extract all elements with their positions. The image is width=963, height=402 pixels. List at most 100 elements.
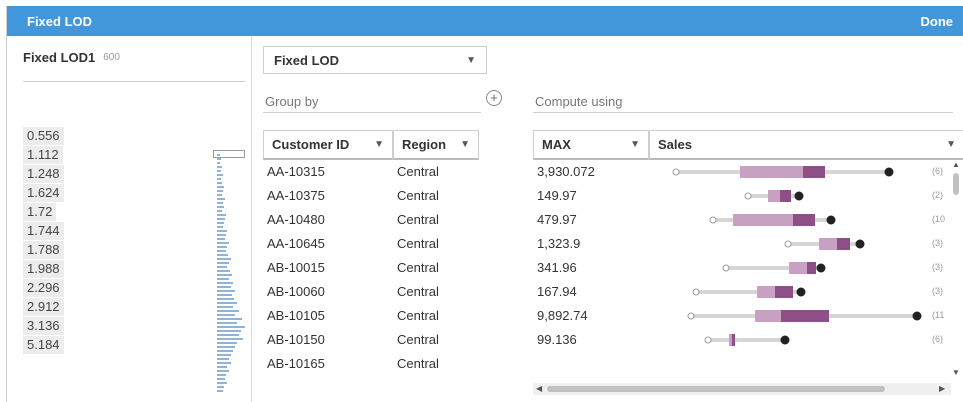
value-label: 1.624 — [23, 183, 64, 202]
customer-id-cell: AB-10105 — [267, 308, 325, 323]
field-values-panel: Fixed LOD1 600 0.556 1.112 1.248 1.624 1.72 1… — [7, 36, 252, 402]
histogram-bar — [217, 386, 224, 388]
max-marker — [912, 311, 922, 321]
column-header-label: Customer ID — [272, 137, 350, 152]
region-cell: Central — [397, 356, 439, 371]
value-list-item[interactable]: 0.556 — [23, 126, 233, 145]
box-lower — [789, 262, 807, 274]
column-header-region[interactable]: Region ▼ — [393, 130, 479, 160]
scroll-left-icon[interactable]: ◀ — [536, 384, 542, 393]
value-list-item[interactable]: 1.744 — [23, 221, 233, 240]
max-marker — [794, 191, 804, 201]
value-list: 0.556 1.112 1.248 1.624 1.72 1.744 1.788 1.988 2… — [23, 126, 233, 354]
chevron-down-icon: ▼ — [946, 139, 956, 150]
min-marker — [784, 240, 792, 248]
value-label: 1.744 — [23, 221, 64, 240]
sales-box-plot — [709, 214, 836, 226]
scroll-up-icon[interactable]: ▲ — [952, 160, 960, 169]
scroll-down-icon[interactable]: ▼ — [952, 368, 960, 377]
value-label: 2.296 — [23, 278, 64, 297]
region-cell: Central — [397, 212, 439, 227]
value-list-item[interactable]: 1.988 — [23, 259, 233, 278]
min-marker — [687, 312, 695, 320]
sales-box-plot — [784, 238, 865, 250]
value-list-item[interactable]: 1.788 — [23, 240, 233, 259]
value-list-item[interactable]: 1.624 — [23, 183, 233, 202]
table-row[interactable]: AA-10480 Central 479.97 (10 — [253, 208, 953, 232]
region-cell: Central — [397, 284, 439, 299]
row-count-label: (2) — [932, 190, 943, 200]
min-marker — [704, 336, 712, 344]
box-upper — [793, 214, 815, 226]
region-cell: Central — [397, 164, 439, 179]
customer-id-cell: AA-10375 — [267, 188, 325, 203]
value-label: 3.136 — [23, 316, 64, 335]
histogram-bar — [217, 354, 231, 356]
field-count: 600 — [103, 52, 120, 63]
field-name: Fixed LOD1 — [23, 50, 96, 65]
aggregation-label: MAX — [542, 137, 571, 152]
row-count-label: (3) — [932, 262, 943, 272]
vertical-scrollbar[interactable]: ▲ ▼ — [951, 160, 961, 380]
customer-id-cell: AB-10060 — [267, 284, 325, 299]
value-list-item[interactable]: 1.72 — [23, 202, 233, 221]
max-marker — [796, 287, 806, 297]
horizontal-scrollbar[interactable]: ◀ ▶ — [533, 383, 951, 395]
histogram-bar — [217, 382, 227, 384]
value-label: 2.912 — [23, 297, 64, 316]
measure-label: Sales — [658, 137, 692, 152]
region-cell: Central — [397, 308, 439, 323]
chevron-down-icon: ▼ — [466, 54, 476, 66]
max-marker — [816, 263, 826, 273]
table-row[interactable]: AB-10015 Central 341.96 (3) — [253, 256, 953, 280]
box-lower — [740, 166, 803, 178]
value-list-item[interactable]: 1.248 — [23, 164, 233, 183]
box-lower — [755, 310, 781, 322]
table-row[interactable]: AB-10105 Central 9,892.74 (11 — [253, 304, 953, 328]
group-by-label: Group by — [265, 94, 319, 109]
sales-box-plot — [672, 166, 894, 178]
sales-box-plot — [704, 334, 790, 346]
value-label: 1.72 — [23, 202, 57, 221]
value-list-item[interactable]: 3.136 — [23, 316, 233, 335]
table-row[interactable]: AB-10150 Central 99.136 (6) — [253, 328, 953, 352]
scrollbar-thumb[interactable] — [953, 173, 959, 195]
region-cell: Central — [397, 260, 439, 275]
box-upper — [807, 262, 816, 274]
table-row[interactable]: AA-10315 Central 3,930.072 (6) — [253, 160, 953, 184]
box-upper — [732, 334, 735, 346]
sales-box-plot — [687, 310, 922, 322]
scrollbar-thumb[interactable] — [547, 386, 885, 392]
row-count-label: (10 — [932, 214, 946, 224]
table-row[interactable]: AA-10645 Central 1,323.9 (3) — [253, 232, 953, 256]
min-marker — [744, 192, 752, 200]
chevron-down-icon: ▼ — [374, 139, 384, 150]
aggregation-dropdown[interactable]: MAX ▼ — [533, 130, 649, 160]
measure-dropdown[interactable]: Sales ▼ — [649, 130, 963, 160]
customer-id-cell: AB-10150 — [267, 332, 325, 347]
done-button[interactable]: Done — [921, 14, 954, 29]
customer-id-cell: AB-10165 — [267, 356, 325, 371]
column-header-customer-id[interactable]: Customer ID ▼ — [263, 130, 393, 160]
max-marker — [826, 215, 836, 225]
value-list-item[interactable]: 1.112 — [23, 145, 233, 164]
min-marker — [709, 216, 717, 224]
calc-type-dropdown[interactable]: Fixed LOD ▼ — [263, 46, 487, 74]
row-count-label: (6) — [932, 166, 943, 176]
region-cell: Central — [397, 332, 439, 347]
table-row[interactable]: AA-10375 Central 149.97 (2) — [253, 184, 953, 208]
add-group-by-icon[interactable]: + — [486, 90, 502, 106]
column-header-label: Region — [402, 137, 447, 152]
row-count-label: (6) — [932, 334, 943, 344]
value-list-item[interactable]: 5.184 — [23, 335, 233, 354]
value-list-item[interactable]: 2.296 — [23, 278, 233, 297]
value-list-item[interactable]: 2.912 — [23, 297, 233, 316]
table-row[interactable]: AB-10165 Central — [253, 352, 953, 376]
sales-box-plot — [722, 262, 826, 274]
scroll-right-icon[interactable]: ▶ — [939, 384, 945, 393]
table-row[interactable]: AB-10060 Central 167.94 (3) — [253, 280, 953, 304]
customer-id-cell: AA-10645 — [267, 236, 325, 251]
customer-id-cell: AB-10015 — [267, 260, 325, 275]
chevron-down-icon: ▼ — [460, 139, 470, 150]
field-header: Fixed LOD1 600 — [23, 50, 245, 82]
